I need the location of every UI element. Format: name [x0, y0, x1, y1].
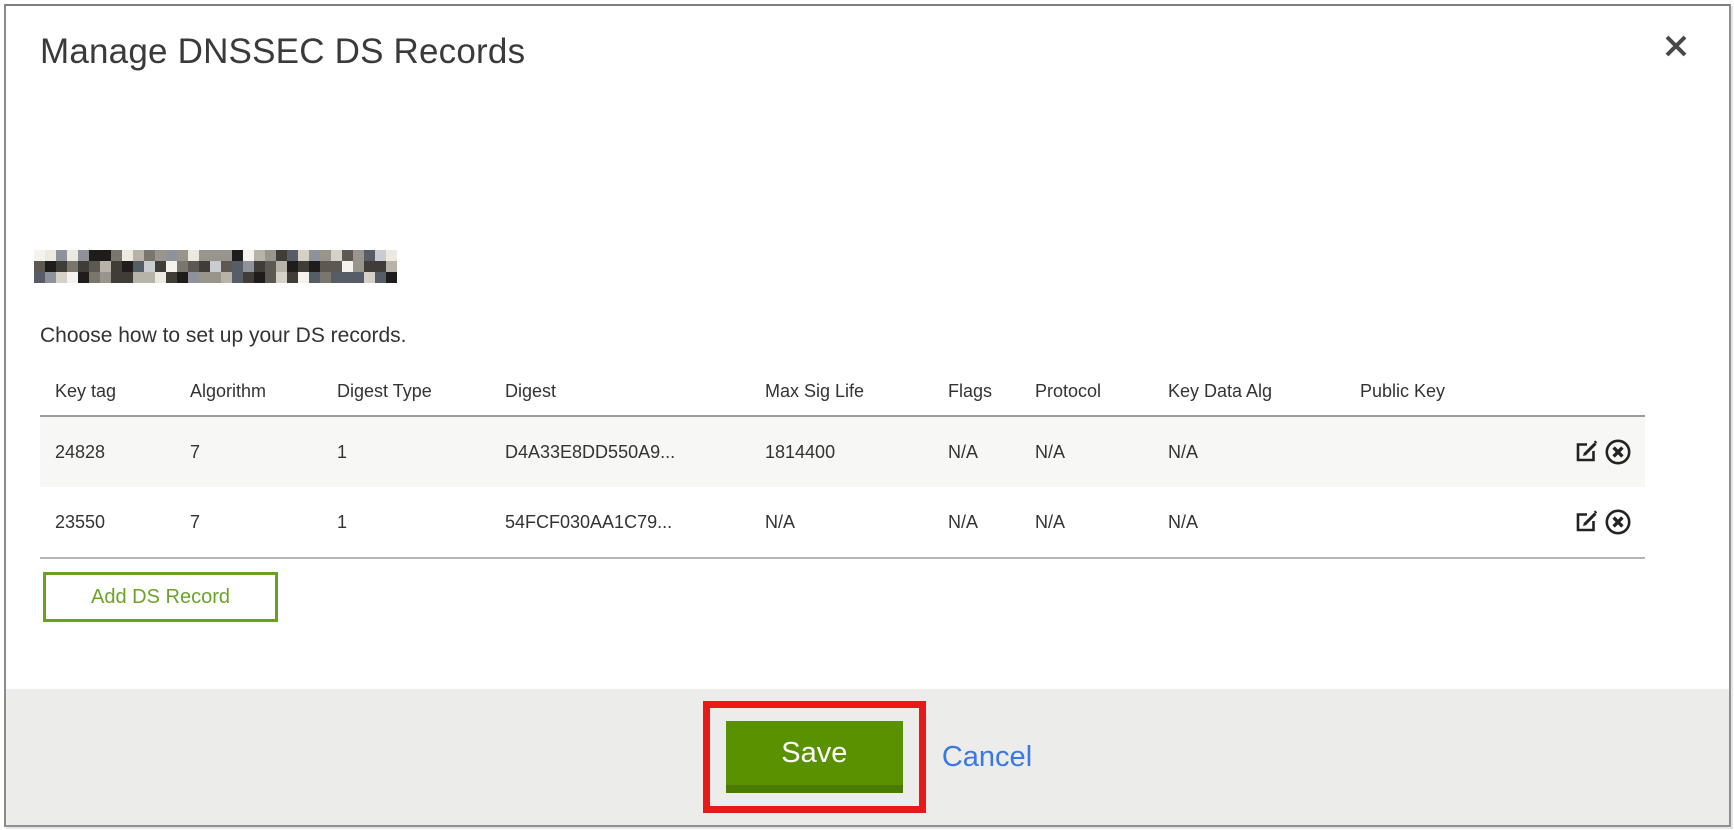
ds-records-table: Key tag Algorithm Digest Type Digest Max… — [40, 368, 1645, 559]
cell-digest: D4A33E8DD550A9... — [490, 416, 750, 487]
cell-digest-type: 1 — [322, 487, 490, 558]
cell-key-data-alg: N/A — [1153, 487, 1345, 558]
col-header-algorithm: Algorithm — [175, 368, 322, 416]
col-header-digest-type: Digest Type — [322, 368, 490, 416]
cell-digest: 54FCF030AA1C79... — [490, 487, 750, 558]
col-header-max-sig-life: Max Sig Life — [750, 368, 933, 416]
col-header-protocol: Protocol — [1020, 368, 1153, 416]
page-title: Manage DNSSEC DS Records — [40, 32, 525, 72]
cell-flags: N/A — [933, 416, 1020, 487]
cell-flags: N/A — [933, 487, 1020, 558]
annotation-highlight-box: Save — [703, 701, 926, 813]
delete-icon[interactable] — [1603, 507, 1633, 537]
cell-algorithm: 7 — [175, 416, 322, 487]
cancel-link[interactable]: Cancel — [942, 741, 1032, 774]
cell-public-key — [1345, 416, 1525, 487]
close-icon[interactable] — [1658, 28, 1694, 64]
add-ds-record-button[interactable]: Add DS Record — [43, 572, 278, 622]
instruction-text: Choose how to set up your DS records. — [40, 324, 407, 348]
save-button[interactable]: Save — [726, 721, 903, 793]
table-row: 24828 7 1 D4A33E8DD550A9... 1814400 N/A … — [40, 416, 1645, 487]
col-header-digest: Digest — [490, 368, 750, 416]
cell-key-tag: 23550 — [40, 487, 175, 558]
cell-public-key — [1345, 487, 1525, 558]
col-header-public-key: Public Key — [1345, 368, 1525, 416]
delete-icon[interactable] — [1603, 437, 1633, 467]
cell-digest-type: 1 — [322, 416, 490, 487]
cell-max-sig-life: 1814400 — [750, 416, 933, 487]
dnssec-modal: Manage DNSSEC DS Records Choose how to s… — [4, 4, 1731, 827]
table-header-row: Key tag Algorithm Digest Type Digest Max… — [40, 368, 1645, 416]
cell-max-sig-life: N/A — [750, 487, 933, 558]
edit-icon[interactable] — [1571, 507, 1601, 537]
cell-key-data-alg: N/A — [1153, 416, 1345, 487]
col-header-key-tag: Key tag — [40, 368, 175, 416]
cell-protocol: N/A — [1020, 487, 1153, 558]
col-header-actions — [1525, 368, 1645, 416]
col-header-key-data-alg: Key Data Alg — [1153, 368, 1345, 416]
edit-icon[interactable] — [1571, 437, 1601, 467]
redacted-domain-name — [34, 250, 397, 283]
col-header-flags: Flags — [933, 368, 1020, 416]
cell-protocol: N/A — [1020, 416, 1153, 487]
cell-algorithm: 7 — [175, 487, 322, 558]
modal-footer: Save Cancel — [6, 689, 1729, 825]
cell-key-tag: 24828 — [40, 416, 175, 487]
table-row: 23550 7 1 54FCF030AA1C79... N/A N/A N/A … — [40, 487, 1645, 558]
